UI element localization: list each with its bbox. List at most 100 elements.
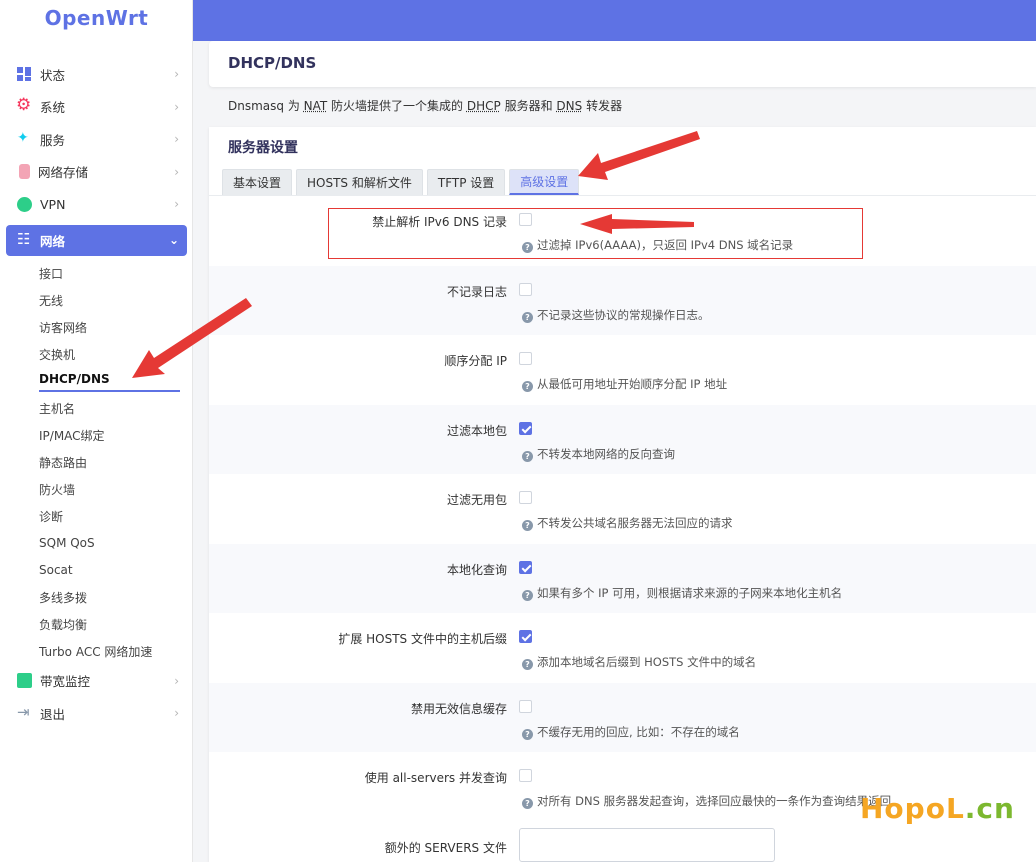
sidebar-subitem[interactable]: 负载均衡: [39, 611, 193, 638]
sidebar-subitem[interactable]: 主机名: [39, 395, 193, 422]
sidebar-item[interactable]: 带宽监控 ›: [0, 665, 193, 698]
help-icon: ?: [522, 589, 533, 601]
options-list: 禁止解析 IPv6 DNS 记录? 过滤掉 IPv6(AAAA)，只返回 IPv4…: [209, 196, 1036, 862]
tab-3[interactable]: 高级设置: [509, 169, 580, 195]
servers-file-input[interactable]: [519, 827, 775, 862]
option-checkbox[interactable]: [519, 491, 532, 504]
option-row: 不记录日志? 不记录这些协议的常规操作日志。: [209, 265, 1036, 335]
option-hint-text: 从最低可用地址开始顺序分配 IP 地址: [537, 377, 728, 391]
sidebar-subitem[interactable]: SQM QoS: [39, 530, 193, 557]
option-row: 本地化查询? 如果有多个 IP 可用，则根据请求来源的子网来本地化主机名: [209, 543, 1036, 613]
desc-text: 转发器: [582, 99, 623, 113]
sidebar-item[interactable]: 退出 ›: [0, 697, 193, 730]
option-hint: ? 添加本地域名后缀到 HOSTS 文件中的域名: [522, 654, 756, 670]
chevron-right-icon: ›: [174, 164, 179, 179]
servers-file-label: 额外的 SERVERS 文件: [384, 840, 507, 855]
sidebar-menu: 状态 › 系统 › 服务 › 网络存储 › VPN › 网络 ⌄ 接口无线访客网络交换机DHCP/DNS…: [0, 58, 193, 730]
sidebar-item-label: 网络存储: [38, 165, 89, 181]
sidebar-item-label: 网络: [40, 233, 66, 249]
brand-logo[interactable]: OpenWrt: [0, 6, 193, 30]
option-label: 扩展 HOSTS 文件中的主机后缀: [338, 632, 507, 646]
option-hint: ? 不缓存无用的回应, 比如：不存在的域名: [522, 724, 740, 740]
sidebar-item[interactable]: 服务 ›: [0, 123, 193, 156]
option-label: 禁用无效信息缓存: [410, 701, 507, 716]
services-icon: [17, 130, 32, 147]
option-label: 不记录日志: [446, 284, 507, 299]
sidebar-subitem[interactable]: 静态路由: [39, 449, 193, 476]
chevron-right-icon: ›: [174, 706, 179, 721]
option-checkbox[interactable]: [519, 282, 532, 296]
sidebar-subitem[interactable]: 访客网络: [39, 314, 193, 341]
chevron-right-icon: ›: [174, 67, 179, 82]
chevron-right-icon: ›: [174, 197, 179, 212]
sidebar-item[interactable]: 状态 ›: [0, 58, 193, 91]
option-checkbox[interactable]: [519, 769, 532, 782]
abbr-term: DNS: [556, 99, 583, 113]
network-icon: [17, 230, 32, 248]
option-hint: ? 如果有多个 IP 可用，则根据请求来源的子网来本地化主机名: [522, 585, 842, 601]
help-icon: ?: [522, 450, 533, 462]
option-checkbox[interactable]: [519, 560, 532, 574]
sidebar-item-label: 系统: [40, 100, 66, 116]
option-hint: ? 不转发公共域名服务器无法回应的请求: [522, 515, 733, 531]
chevron-down-icon: ⌄: [168, 233, 179, 247]
sidebar-subitem[interactable]: 多线多拨: [39, 584, 193, 611]
option-hint-text: 不转发公共域名服务器无法回应的请求: [537, 516, 733, 530]
sidebar-item[interactable]: VPN ›: [0, 188, 193, 221]
option-row: 过滤本地包? 不转发本地网络的反向查询: [209, 404, 1036, 474]
option-checkbox[interactable]: [519, 630, 532, 643]
sidebar-item-label: VPN: [40, 196, 66, 212]
chevron-right-icon: ›: [174, 132, 179, 147]
settings-tabs: 基本设置 HOSTS 和解析文件 TFTP 设置 高级设置: [222, 169, 583, 195]
servers-file-row: 额外的 SERVERS 文件: [209, 822, 1036, 862]
chevron-right-icon: ›: [174, 673, 179, 688]
vpn-icon: [17, 196, 32, 212]
sidebar-subitem[interactable]: 交换机: [39, 341, 193, 368]
sidebar: OpenWrt 状态 › 系统 › 服务 › 网络存储 › VPN › 网络 ⌄ 接口无线访客网络交换机…: [0, 0, 193, 862]
desc-text: Dnsmasq 为: [228, 99, 304, 113]
option-label: 顺序分配 IP: [444, 354, 507, 368]
sidebar-item[interactable]: 系统 ›: [0, 91, 193, 124]
sidebar-item-label: 退出: [40, 706, 66, 722]
option-row: 禁用无效信息缓存? 不缓存无用的回应, 比如：不存在的域名: [209, 682, 1036, 752]
option-checkbox[interactable]: [519, 421, 532, 435]
option-row: 过滤无用包? 不转发公共域名服务器无法回应的请求: [209, 474, 1036, 544]
help-icon: ?: [522, 520, 533, 531]
sidebar-subitem[interactable]: 接口: [39, 260, 193, 287]
sidebar-subitem[interactable]: Turbo ACC 网络加速: [39, 638, 193, 665]
sidebar-subitem[interactable]: Socat: [39, 557, 193, 584]
sidebar-item[interactable]: 网络存储 ›: [0, 156, 193, 189]
logout-icon: [17, 703, 32, 721]
option-hint: ? 从最低可用地址开始顺序分配 IP 地址: [522, 376, 727, 392]
tab-1[interactable]: HOSTS 和解析文件: [296, 169, 423, 195]
option-row: 顺序分配 IP ? 从最低可用地址开始顺序分配 IP 地址: [209, 335, 1036, 405]
sidebar-subitem[interactable]: 防火墙: [39, 476, 193, 503]
desc-text: 防火墙提供了一个集成的: [327, 99, 467, 113]
option-label: 过滤无用包: [446, 493, 507, 507]
sidebar-subitem[interactable]: DHCP/DNS: [39, 368, 180, 392]
tab-2[interactable]: TFTP 设置: [426, 169, 506, 195]
gear-icon: [16, 95, 32, 115]
option-hint: ? 对所有 DNS 服务器发起查询，选择回应最快的一条作为查询结果返回: [522, 793, 891, 809]
sidebar-subitem[interactable]: 无线: [39, 287, 193, 314]
sidebar-item-label: 带宽监控: [40, 674, 91, 690]
watermark: HopoL.cn: [860, 792, 1015, 825]
annotation-highlight-box: [328, 208, 863, 259]
sidebar-item-label: 服务: [40, 132, 66, 148]
page-title: DHCP/DNS: [228, 54, 317, 72]
desc-text: 服务器和: [500, 99, 557, 113]
abbr-term: DHCP: [466, 99, 501, 113]
top-banner: [193, 0, 1036, 41]
sidebar-item[interactable]: 网络 ⌄: [6, 224, 187, 256]
sidebar-subitem[interactable]: IP/MAC绑定: [39, 422, 193, 449]
option-checkbox[interactable]: [519, 352, 532, 365]
option-checkbox[interactable]: [519, 699, 532, 713]
option-hint-text: 不缓存无用的回应, 比如：不存在的域名: [537, 724, 740, 739]
abbr-term: NAT: [303, 99, 328, 113]
help-icon: ?: [522, 728, 533, 740]
tab-0[interactable]: 基本设置: [222, 169, 293, 195]
option-hint-text: 不记录这些协议的常规操作日志。: [537, 307, 710, 322]
chevron-right-icon: ›: [174, 99, 179, 114]
option-row: 扩展 HOSTS 文件中的主机后缀 ? 添加本地域名后缀到 HOSTS 文件中的域名: [209, 613, 1036, 683]
sidebar-subitem[interactable]: 诊断: [39, 503, 193, 530]
